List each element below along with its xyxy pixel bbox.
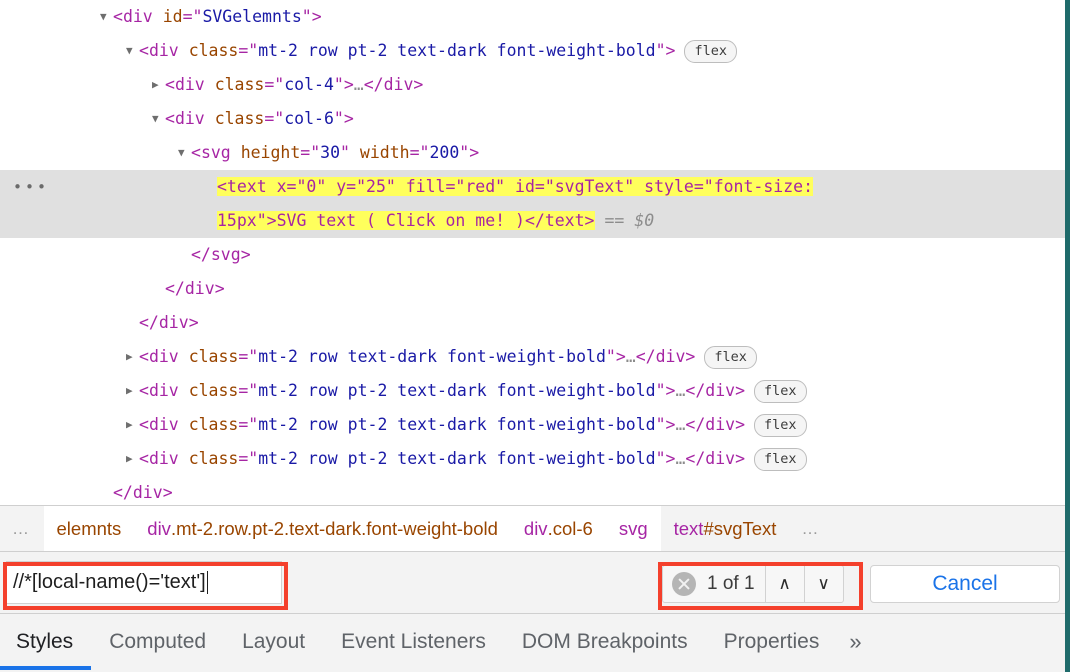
chevron-down-icon[interactable]: [126, 34, 139, 68]
tab-layout[interactable]: Layout: [224, 614, 323, 670]
breadcrumb-suffix: .mt-2.row.pt-2.text-dark.font-weight-bol…: [170, 517, 498, 539]
dom-node-selected[interactable]: ••• <text x="0" y="25" fill="red" id="svg…: [0, 170, 1065, 238]
prev-match-button[interactable]: ∧: [766, 566, 805, 602]
chevron-right-icon[interactable]: [126, 442, 139, 476]
breadcrumb-item-4[interactable]: text #svgText: [660, 506, 790, 551]
flex-badge[interactable]: flex: [754, 447, 807, 471]
dom-node[interactable]: <div class="mt-2 row pt-2 text-dark font…: [0, 408, 1065, 442]
breadcrumb-item-2[interactable]: div .col-6: [510, 506, 606, 551]
clear-search-button[interactable]: [663, 566, 705, 602]
dom-tree[interactable]: <div id="SVGelemnts"> <div class="mt-2 ro…: [0, 0, 1065, 505]
dom-node[interactable]: <div class="col-6">: [0, 102, 1065, 136]
search-input-value: //*[local-name()='text']: [13, 571, 206, 593]
chevron-down-icon[interactable]: [100, 0, 113, 34]
dom-node-markup: <div class="col-4">…</div>: [165, 75, 424, 94]
flex-badge[interactable]: flex: [754, 379, 807, 403]
search-input[interactable]: //*[local-name()='text']: [6, 561, 282, 604]
dom-node[interactable]: <div class="mt-2 row pt-2 text-dark font…: [0, 34, 1065, 68]
dom-node[interactable]: </svg>: [0, 238, 1065, 272]
breadcrumb-suffix: #svgText: [703, 517, 777, 539]
breadcrumb-overflow-left[interactable]: …: [0, 506, 44, 551]
chevron-down-icon[interactable]: [152, 102, 165, 136]
breadcrumb-tag: div: [523, 517, 548, 539]
dom-node[interactable]: </div>: [0, 272, 1065, 306]
dom-node[interactable]: <div id="SVGelemnts">: [0, 0, 1065, 34]
flex-badge[interactable]: flex: [754, 413, 807, 437]
dom-node-markup: <div class="mt-2 row pt-2 text-dark font…: [139, 41, 676, 60]
tab-computed[interactable]: Computed: [91, 614, 224, 670]
chevron-right-icon[interactable]: [126, 340, 139, 374]
breadcrumb-item-3[interactable]: svg: [605, 506, 661, 551]
cancel-button[interactable]: Cancel: [870, 565, 1060, 603]
chevron-right-icon[interactable]: [152, 68, 165, 102]
breadcrumb[interactable]: … elemnts div .mt-2.row.pt-2.text-dark.font…: [0, 505, 1065, 552]
flex-badge[interactable]: flex: [684, 39, 737, 63]
tab-dom-breakpoints[interactable]: DOM Breakpoints: [504, 614, 706, 670]
next-match-button[interactable]: ∨: [805, 566, 843, 602]
breadcrumb-suffix: .col-6: [547, 517, 593, 539]
sidebar-tab-bar[interactable]: Styles Computed Layout Event Listeners DOM B…: [0, 614, 1065, 672]
dom-node[interactable]: <div class="mt-2 row pt-2 text-dark font…: [0, 374, 1065, 408]
console-ref-badge: == $0: [604, 211, 655, 230]
dom-node-markup: <div class="mt-2 row pt-2 text-dark font…: [139, 449, 746, 468]
breadcrumb-item-0[interactable]: elemnts: [43, 506, 135, 551]
breadcrumb-tag: div: [147, 517, 171, 539]
breadcrumb-overflow-right[interactable]: …: [789, 506, 833, 551]
chevron-down-icon[interactable]: [178, 136, 191, 170]
tab-event-listeners[interactable]: Event Listeners: [323, 614, 504, 670]
dom-node-markup: <div class="mt-2 row text-dark font-weig…: [139, 347, 696, 366]
devtools-panel: <div id="SVGelemnts"> <div class="mt-2 ro…: [0, 0, 1070, 672]
close-icon: [672, 572, 696, 596]
flex-badge[interactable]: flex: [704, 345, 757, 369]
chevron-right-icon[interactable]: [126, 374, 139, 408]
match-counter: 1 of 1: [705, 566, 766, 602]
tab-properties[interactable]: Properties: [706, 614, 838, 670]
dom-node-markup: <div class="col-6">: [165, 109, 354, 128]
search-match-highlight: <text x="0" y="25" fill="red" id="svgTex…: [217, 177, 814, 196]
dom-node[interactable]: </div>: [0, 306, 1065, 340]
dom-node[interactable]: <div class="mt-2 row pt-2 text-dark font…: [0, 442, 1065, 476]
text-caret: [206, 571, 209, 594]
dom-node-markup: <div id="SVGelemnts">: [113, 7, 322, 26]
dom-node-markup: <div class="mt-2 row pt-2 text-dark font…: [139, 381, 746, 400]
tab-styles[interactable]: Styles: [0, 614, 92, 670]
breadcrumb-label: elemnts: [56, 517, 122, 539]
dom-node-markup: </div>: [165, 279, 225, 298]
dom-search-bar: //*[local-name()='text'] 1 of 1 ∧ ∨ Canc…: [0, 552, 1065, 614]
dom-node[interactable]: <div class="col-4">…</div>: [0, 68, 1065, 102]
search-match-controls: 1 of 1 ∧ ∨: [662, 565, 844, 603]
breadcrumb-tag: text: [673, 517, 704, 539]
overflow-ellipsis-icon[interactable]: •••: [13, 180, 49, 195]
dom-node[interactable]: <svg height="30" width="200">: [0, 136, 1065, 170]
dom-node[interactable]: </div>: [0, 476, 1065, 505]
more-tabs-icon[interactable]: »: [837, 614, 873, 670]
dom-node-markup: <svg height="30" width="200">: [191, 143, 480, 162]
dom-node[interactable]: <div class="mt-2 row text-dark font-weig…: [0, 340, 1065, 374]
selected-node-line-2: 15px">SVG text ( Click on me! )</text> ==…: [0, 204, 1065, 238]
breadcrumb-item-1[interactable]: div .mt-2.row.pt-2.text-dark.font-weight-…: [134, 506, 511, 551]
dom-node-markup: </div>: [113, 483, 173, 502]
breadcrumb-label: svg: [618, 517, 648, 539]
dom-node-markup: <div class="mt-2 row pt-2 text-dark font…: [139, 415, 746, 434]
search-match-highlight: 15px">SVG text ( Click on me! )</text>: [217, 211, 595, 230]
selected-node-line-1: <text x="0" y="25" fill="red" id="svgTex…: [0, 170, 1065, 204]
dom-node-markup: </div>: [139, 313, 199, 332]
chevron-right-icon[interactable]: [126, 408, 139, 442]
dom-node-markup: </svg>: [191, 245, 251, 264]
